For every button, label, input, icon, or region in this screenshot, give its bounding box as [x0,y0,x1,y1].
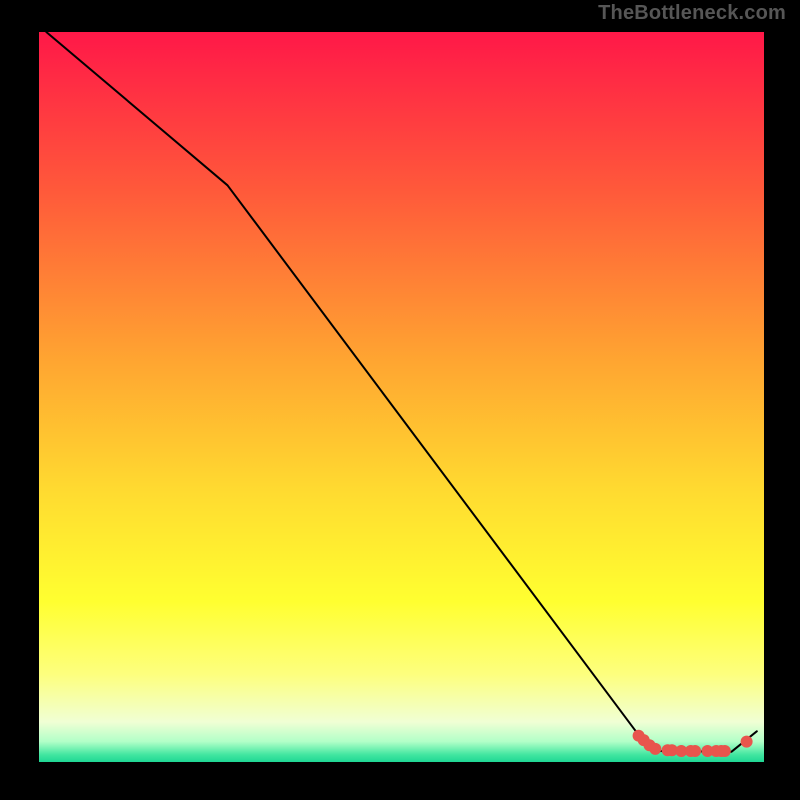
data-point-marker [649,743,661,755]
bottleneck-curve-chart [0,0,800,800]
attribution-label: TheBottleneck.com [598,2,786,25]
data-point-marker [719,745,731,757]
plot-gradient-background [39,32,764,762]
data-point-marker [741,736,753,748]
data-point-marker [689,745,701,757]
